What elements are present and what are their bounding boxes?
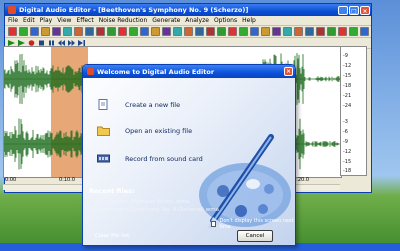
open-existing-file-label: Open an existing file bbox=[125, 126, 193, 135]
window-titlebar: Digital Audio Editor - [Beethoven's Symp… bbox=[5, 4, 371, 16]
sound-card-icon bbox=[97, 154, 110, 163]
scale-label: -3 bbox=[343, 119, 348, 125]
toolbar-button[interactable] bbox=[41, 27, 50, 36]
scale-label: -21 bbox=[343, 93, 352, 99]
dont-display-label: Don't display this screen next time bbox=[219, 218, 294, 230]
scale-label: -18 bbox=[343, 83, 352, 89]
toolbar-button[interactable] bbox=[283, 27, 292, 36]
dialog-close-button[interactable]: × bbox=[284, 67, 293, 76]
new-file-icon bbox=[98, 99, 108, 110]
toolbar-button[interactable] bbox=[129, 27, 138, 36]
welcome-dialog: Welcome to Digital Audio Editor × Create… bbox=[82, 64, 296, 246]
toolbar-button[interactable] bbox=[19, 27, 28, 36]
checkbox-box[interactable] bbox=[211, 221, 217, 227]
app-icon bbox=[8, 6, 16, 14]
toolbar-button[interactable] bbox=[195, 27, 204, 36]
toolbar-button[interactable] bbox=[338, 27, 347, 36]
toolbar-button[interactable] bbox=[261, 27, 270, 36]
clear-file-list-link[interactable]: Clear file list bbox=[95, 233, 129, 239]
menu-file[interactable]: File bbox=[8, 17, 18, 24]
scale-label: -9 bbox=[343, 53, 348, 59]
open-existing-file-action[interactable]: Open an existing file bbox=[97, 125, 192, 136]
toolbar-button[interactable] bbox=[184, 27, 193, 36]
menu-edit[interactable]: Edit bbox=[23, 17, 35, 24]
toolbar-button[interactable] bbox=[140, 27, 149, 36]
dialog-titlebar: Welcome to Digital Audio Editor × bbox=[83, 65, 295, 78]
recent-files-heading: Recent files: bbox=[89, 187, 135, 195]
toolbar-button[interactable] bbox=[74, 27, 83, 36]
toolbar-button[interactable] bbox=[250, 27, 259, 36]
menu-generate[interactable]: Generate bbox=[152, 17, 180, 24]
minimize-button[interactable]: _ bbox=[338, 5, 348, 15]
recent-file-item[interactable]: New Stories (Highway Blues).wma bbox=[95, 199, 189, 205]
recent-file-item[interactable]: Beethoven's Symphony No. 9 (Scherzo).wma bbox=[95, 207, 219, 213]
scale-label: -18 bbox=[343, 168, 352, 174]
toolbar-button[interactable] bbox=[349, 27, 358, 36]
menu-help[interactable]: Help bbox=[242, 17, 256, 24]
toolbar-button[interactable] bbox=[30, 27, 39, 36]
scale-label: -15 bbox=[343, 159, 352, 165]
scale-label: -9 bbox=[343, 139, 348, 145]
cancel-button[interactable]: Cancel bbox=[237, 230, 273, 242]
toolbar-button[interactable] bbox=[239, 27, 248, 36]
toolbar-button[interactable] bbox=[8, 27, 17, 36]
record-from-sound-card-label: Record from sound card bbox=[125, 154, 203, 163]
menu-options[interactable]: Options bbox=[214, 17, 237, 24]
create-new-file-label: Create a new file bbox=[125, 100, 181, 109]
menu-effect[interactable]: Effect bbox=[76, 17, 93, 24]
menu-play[interactable]: Play bbox=[40, 17, 53, 24]
menu-view[interactable]: View bbox=[57, 17, 71, 24]
toolbar-button[interactable] bbox=[206, 27, 215, 36]
toolbar-button[interactable] bbox=[96, 27, 105, 36]
toolbar-button[interactable] bbox=[85, 27, 94, 36]
scale-label: -6 bbox=[343, 129, 348, 135]
menu-bar: File Edit Play View Effect Noise Reducti… bbox=[5, 16, 371, 26]
timeline-label: 0:10.0 bbox=[59, 177, 75, 183]
close-button[interactable]: × bbox=[360, 5, 370, 15]
scale-label: -24 bbox=[343, 103, 352, 109]
toolbar-button[interactable] bbox=[217, 27, 226, 36]
scale-label: -12 bbox=[343, 149, 352, 155]
toolbar-button[interactable] bbox=[52, 27, 61, 36]
open-folder-icon bbox=[97, 126, 110, 136]
toolbar-button[interactable] bbox=[118, 27, 127, 36]
toolbar-button[interactable] bbox=[63, 27, 72, 36]
toolbar-button[interactable] bbox=[162, 27, 171, 36]
toolbar-button[interactable] bbox=[228, 27, 237, 36]
dialog-title: Welcome to Digital Audio Editor bbox=[97, 67, 215, 76]
scale-label: -12 bbox=[343, 63, 352, 69]
toolbar-button[interactable] bbox=[305, 27, 314, 36]
toolbar-button[interactable] bbox=[294, 27, 303, 36]
menu-noise-reduction[interactable]: Noise Reduction bbox=[99, 17, 148, 24]
toolbar bbox=[5, 26, 371, 38]
toolbar-button[interactable] bbox=[173, 27, 182, 36]
scale-label: -15 bbox=[343, 73, 352, 79]
toolbar-button[interactable] bbox=[327, 27, 336, 36]
window-title: Digital Audio Editor - [Beethoven's Symp… bbox=[19, 6, 249, 14]
app-icon bbox=[87, 68, 94, 75]
toolbar-button[interactable] bbox=[272, 27, 281, 36]
maximize-button[interactable]: □ bbox=[349, 5, 359, 15]
toolbar-button[interactable] bbox=[107, 27, 116, 36]
amplitude-scale: -9 -12 -15 -18 -21 -24 -3 -6 -9 -12 -15 … bbox=[340, 46, 367, 176]
menu-analyze[interactable]: Analyze bbox=[185, 17, 209, 24]
toolbar-button[interactable] bbox=[360, 27, 369, 36]
timeline-label: 0:00 bbox=[5, 177, 17, 183]
create-new-file-action[interactable]: Create a new file bbox=[97, 99, 180, 110]
dont-display-checkbox[interactable]: Don't display this screen next time bbox=[211, 218, 295, 230]
toolbar-button[interactable] bbox=[151, 27, 160, 36]
toolbar-button[interactable] bbox=[316, 27, 325, 36]
record-from-sound-card-action[interactable]: Record from sound card bbox=[97, 153, 203, 164]
